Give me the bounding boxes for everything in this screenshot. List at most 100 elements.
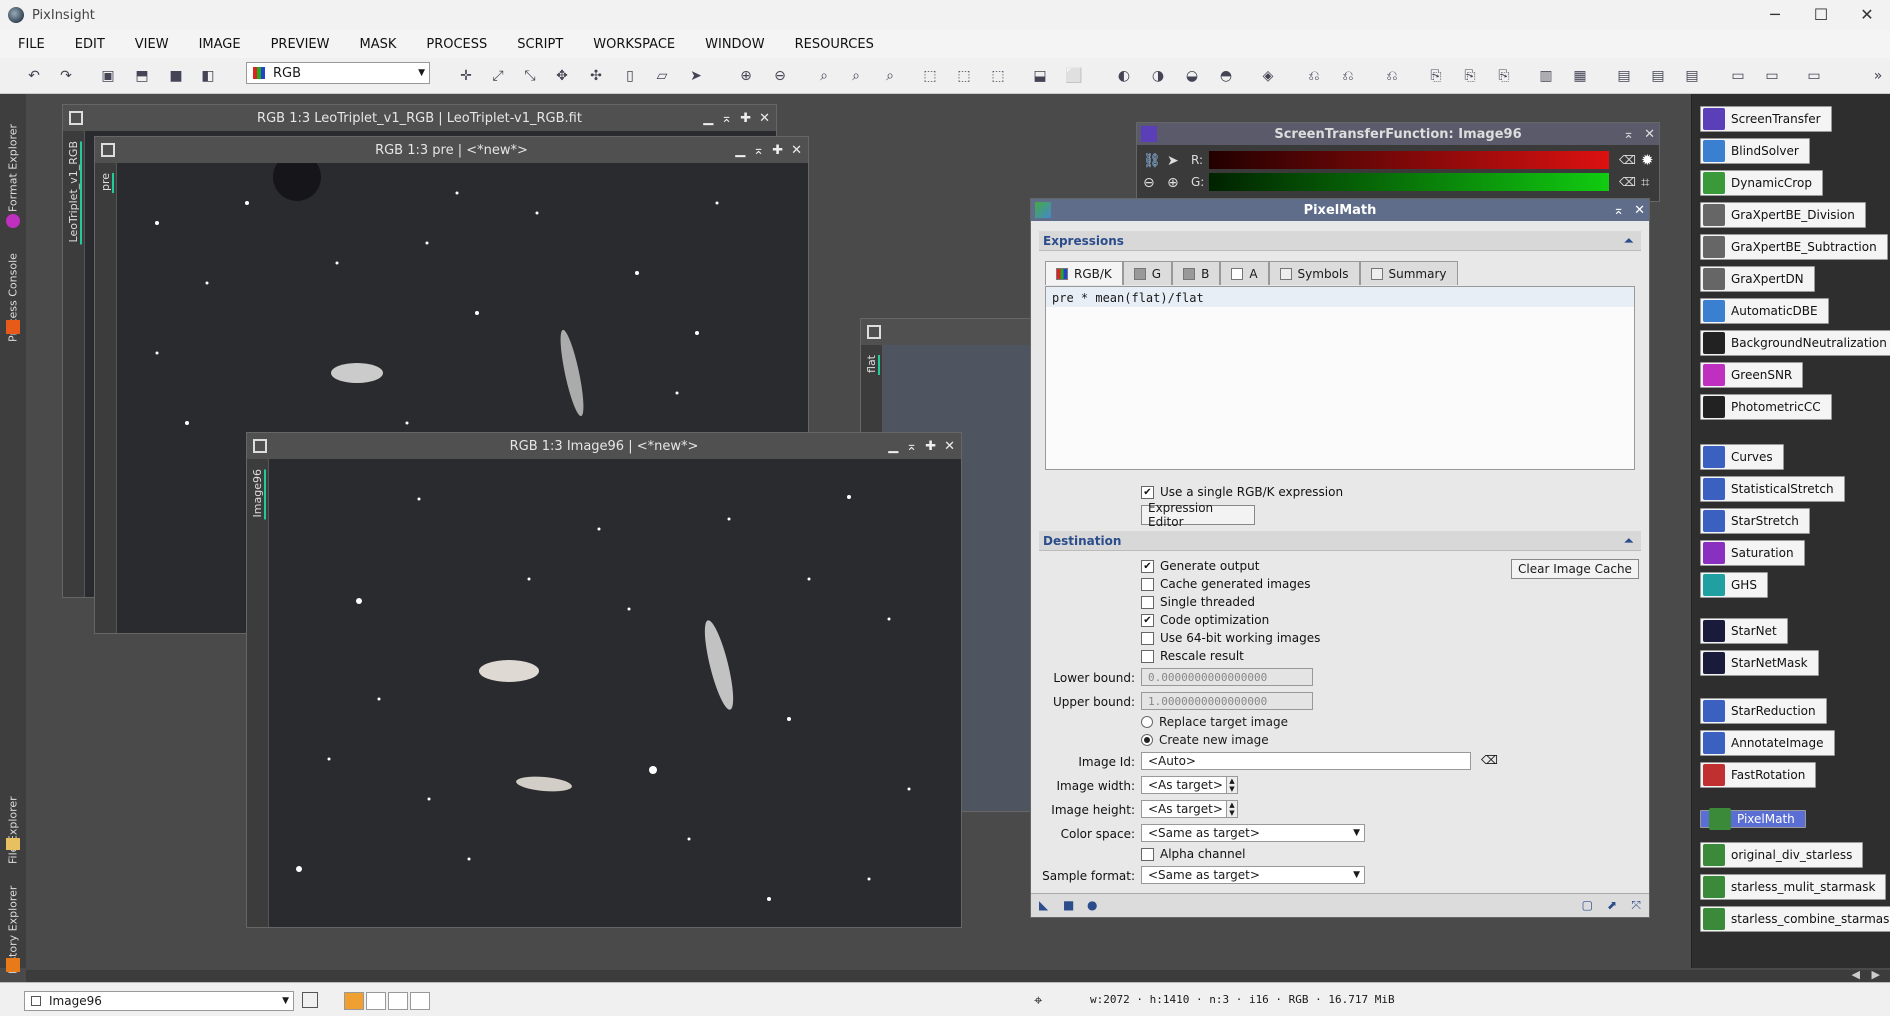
menu-process[interactable]: PROCESS <box>408 37 499 52</box>
tab-summary[interactable]: Summary <box>1359 261 1458 285</box>
zoom-icon[interactable]: ⌕ <box>814 66 834 86</box>
image-canvas[interactable] <box>269 459 961 927</box>
image-height-field[interactable]: <As target> ▲ ▼ <box>1141 800 1238 818</box>
arrange-icon[interactable]: ▤ <box>1682 66 1702 86</box>
destination-section-header[interactable]: Destination ⏶ <box>1039 531 1641 551</box>
clear-field-icon[interactable]: ⌫ <box>1481 753 1498 767</box>
clear-image-cache-button[interactable]: Clear Image Cache <box>1511 559 1639 579</box>
maximize-icon[interactable]: ✚ <box>925 439 936 454</box>
process-icon-original-div-starless[interactable]: original_div_starless <box>1700 842 1864 868</box>
image-width-field[interactable]: <As target> ▲ ▼ <box>1141 776 1238 794</box>
close-icon[interactable]: ✕ <box>1634 203 1645 218</box>
code-optimization-checkbox[interactable]: ✔ Code optimization <box>1141 613 1269 627</box>
menu-edit[interactable]: EDIT <box>57 37 117 52</box>
reset-icon[interactable]: ⤧ <box>1631 898 1641 913</box>
close-icon[interactable]: ✕ <box>944 439 955 454</box>
readout-mode-icon[interactable]: ✛ <box>456 66 476 86</box>
mask-enable-icon[interactable]: ◓ <box>1216 66 1236 86</box>
redo-icon[interactable]: ↷ <box>56 66 76 86</box>
fit-window-icon[interactable]: ⬓ <box>1030 66 1050 86</box>
layout-icon[interactable]: ▥ <box>1536 66 1556 86</box>
view-id-tab[interactable]: LeoTriplet_v1_RGB <box>67 141 82 245</box>
new-image-icon[interactable]: ▣ <box>98 66 118 86</box>
process-icon[interactable]: ⎘ <box>1426 66 1446 86</box>
process-icon-starnetmask[interactable]: StarNetMask <box>1700 650 1819 676</box>
process-icon-graxpertbe-division[interactable]: GraXpertBE_Division <box>1700 202 1866 228</box>
view-id-tab[interactable]: Image96 <box>251 469 266 520</box>
process-icon-graxpertbe-subtraction[interactable]: GraXpertBE_Subtraction <box>1700 234 1888 260</box>
process-icon-graxpertdn[interactable]: GraXpertDN <box>1700 266 1815 292</box>
open-icon[interactable]: ⬒ <box>132 66 152 86</box>
zoom-out-icon[interactable]: ⊖ <box>1143 175 1155 191</box>
reset-g-icon[interactable]: ⌫ <box>1619 175 1636 189</box>
tab-b[interactable]: B <box>1172 261 1221 285</box>
process-icon-automaticdbe[interactable]: AutomaticDBE <box>1700 298 1829 324</box>
process-icon-photometriccc[interactable]: PhotometricCC <box>1700 394 1832 420</box>
maximize-icon[interactable]: ✚ <box>740 111 751 126</box>
apply-icon[interactable]: ■ <box>1063 898 1074 912</box>
cascade-icon[interactable]: ▤ <box>1648 66 1668 86</box>
pixelmath-panel[interactable]: PixelMath ⌅ ✕ Expressions ⏶ RGB/K G B A S… <box>1030 198 1650 918</box>
browse-doc-icon[interactable]: ▢ <box>1582 898 1593 912</box>
view-id-tab[interactable]: pre <box>99 173 114 194</box>
zoom-in-icon[interactable]: ⊕ <box>1167 175 1179 191</box>
menu-script[interactable]: SCRIPT <box>499 37 575 52</box>
process-icon-saturation[interactable]: Saturation <box>1700 540 1805 566</box>
view-explorer-icon[interactable] <box>302 992 318 1008</box>
menu-file[interactable]: FILE <box>0 37 57 52</box>
close-button[interactable]: ✕ <box>1844 0 1890 30</box>
r-channel-slider[interactable] <box>1209 151 1609 169</box>
minimize-icon[interactable]: ▁ <box>735 143 745 158</box>
process-icon-backgroundneutralization[interactable]: BackgroundNeutralization <box>1700 330 1890 356</box>
mask-mode-2-icon[interactable] <box>366 992 386 1010</box>
rescale-result-checkbox[interactable]: Rescale result <box>1141 649 1244 663</box>
mask-invert-icon[interactable]: ◒ <box>1182 66 1202 86</box>
use-single-expression-checkbox[interactable]: ✔ Use a single RGB/K expression <box>1141 485 1343 499</box>
process-icon-annotateimage[interactable]: AnnotateImage <box>1700 730 1835 756</box>
rgb-channels-icon[interactable]: ■ <box>166 66 186 86</box>
settings-icon[interactable]: ⌗ <box>1641 173 1649 191</box>
auto-stretch-icon[interactable]: ✹ <box>1641 151 1654 169</box>
process-icon-ghs[interactable]: GHS <box>1700 572 1768 598</box>
stf-title-bar[interactable]: ScreenTransferFunction: Image96 ⌅ ✕ <box>1137 123 1659 145</box>
single-threaded-checkbox[interactable]: Single threaded <box>1141 595 1255 609</box>
tab-g[interactable]: G <box>1122 261 1173 285</box>
process-2-icon[interactable]: ⎘ <box>1460 66 1480 86</box>
generate-output-checkbox[interactable]: ✔ Generate output <box>1141 559 1259 573</box>
create-new-radio[interactable]: Create new image <box>1141 733 1269 747</box>
close-icon[interactable]: ✕ <box>1644 127 1655 142</box>
close-icon[interactable]: ✕ <box>791 143 802 158</box>
stf-icon[interactable]: ◈ <box>1258 66 1278 86</box>
mask-icon[interactable]: ◐ <box>1114 66 1134 86</box>
lower-bound-field[interactable]: 0.0000000000000000 <box>1141 668 1313 686</box>
undo-icon[interactable]: ↶ <box>24 66 44 86</box>
window-title-bar[interactable]: RGB 1:3 pre | <*new*> ▁ ⌅ ✚ ✕ <box>95 137 808 163</box>
process-icon-screentransfer[interactable]: ScreenTransfer <box>1700 106 1832 132</box>
tab-symbols[interactable]: Symbols <box>1268 261 1360 285</box>
zoom-fit-icon[interactable]: ⤡ <box>520 66 540 86</box>
zoom-in-icon[interactable]: ⊕ <box>736 66 756 86</box>
menu-workspace[interactable]: WORKSPACE <box>575 37 687 52</box>
window-title-bar[interactable]: RGB 1:3 LeoTriplet_v1_RGB | LeoTriplet-v… <box>63 105 776 131</box>
zoom-fit-window-icon[interactable]: ⌕ <box>880 66 900 86</box>
preview-icon[interactable]: ⬚ <box>920 66 940 86</box>
mask-mode-3-icon[interactable] <box>388 992 408 1010</box>
edit-page-icon[interactable]: ▱ <box>652 66 672 86</box>
stf-panel[interactable]: ScreenTransferFunction: Image96 ⌅ ✕ ⛓ ➤ … <box>1136 122 1660 202</box>
alpha-channel-checkbox[interactable]: Alpha channel <box>1141 847 1245 861</box>
color-space-select[interactable]: <Same as target> ▼ <box>1141 824 1365 842</box>
toolbar-more-icon[interactable]: » <box>1868 66 1888 86</box>
minimize-button[interactable]: ─ <box>1752 0 1798 30</box>
shade-icon[interactable]: ⌅ <box>753 143 764 158</box>
horizontal-scrollbar[interactable]: ◀ ▶ <box>26 968 1890 982</box>
move-icon[interactable]: ✣ <box>586 66 606 86</box>
menu-resources[interactable]: RESOURCES <box>777 37 886 52</box>
pixelmath-title-bar[interactable]: PixelMath ⌅ ✕ <box>1031 199 1649 221</box>
tab-rgbk[interactable]: RGB/K <box>1045 261 1123 285</box>
image-window-image96[interactable]: RGB 1:3 Image96 | <*new*> ▁ ⌅ ✚ ✕ Image9… <box>246 432 962 928</box>
reset-r-icon[interactable]: ⌫ <box>1619 153 1636 167</box>
menu-image[interactable]: IMAGE <box>181 37 253 52</box>
tab-a[interactable]: A <box>1220 261 1269 285</box>
tab-format-explorer[interactable]: Format Explorer <box>3 102 23 212</box>
zoom-1-1-icon[interactable]: ⌕ <box>846 66 866 86</box>
